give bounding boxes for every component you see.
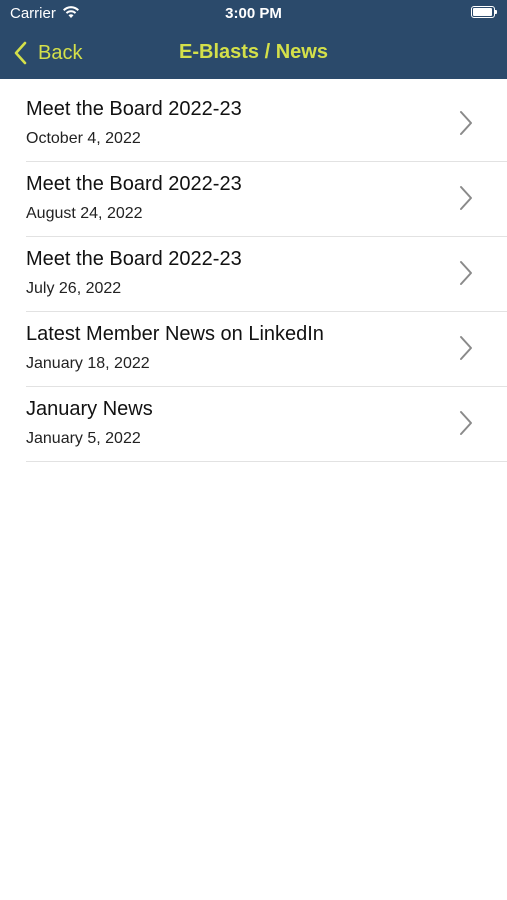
- navigation-bar: Back E-Blasts / News: [0, 28, 507, 79]
- item-title: Meet the Board 2022-23: [26, 248, 242, 270]
- list-item[interactable]: Latest Member News on LinkedIn January 1…: [0, 312, 507, 387]
- list-item[interactable]: Meet the Board 2022-23 August 24, 2022: [0, 162, 507, 237]
- page-title: E-Blasts / News: [179, 41, 328, 63]
- chevron-right-icon: [460, 261, 472, 285]
- list-item[interactable]: Meet the Board 2022-23 July 26, 2022: [0, 237, 507, 312]
- item-title: Latest Member News on LinkedIn: [26, 323, 324, 345]
- list-item[interactable]: January News January 5, 2022: [0, 387, 507, 462]
- chevron-right-icon: [460, 186, 472, 210]
- item-date: January 5, 2022: [26, 430, 141, 447]
- list-item[interactable]: Meet the Board 2022-23 October 4, 2022: [0, 87, 507, 162]
- battery-icon: [471, 6, 497, 18]
- chevron-right-icon: [460, 336, 472, 360]
- item-date: January 18, 2022: [26, 355, 150, 372]
- item-title: Meet the Board 2022-23: [26, 173, 242, 195]
- status-time: 3:00 PM: [225, 5, 282, 22]
- top-bar: Carrier 3:00 PM Back E-Blasts / News: [0, 0, 507, 79]
- status-bar: Carrier 3:00 PM: [0, 0, 507, 28]
- chevron-right-icon: [460, 411, 472, 435]
- chevron-right-icon: [460, 111, 472, 135]
- item-date: July 26, 2022: [26, 280, 122, 297]
- item-title: January News: [26, 398, 153, 420]
- item-title: Meet the Board 2022-23: [26, 98, 242, 120]
- item-date: August 24, 2022: [26, 205, 143, 222]
- news-list: Meet the Board 2022-23 October 4, 2022 M…: [0, 87, 507, 462]
- item-date: October 4, 2022: [26, 130, 141, 147]
